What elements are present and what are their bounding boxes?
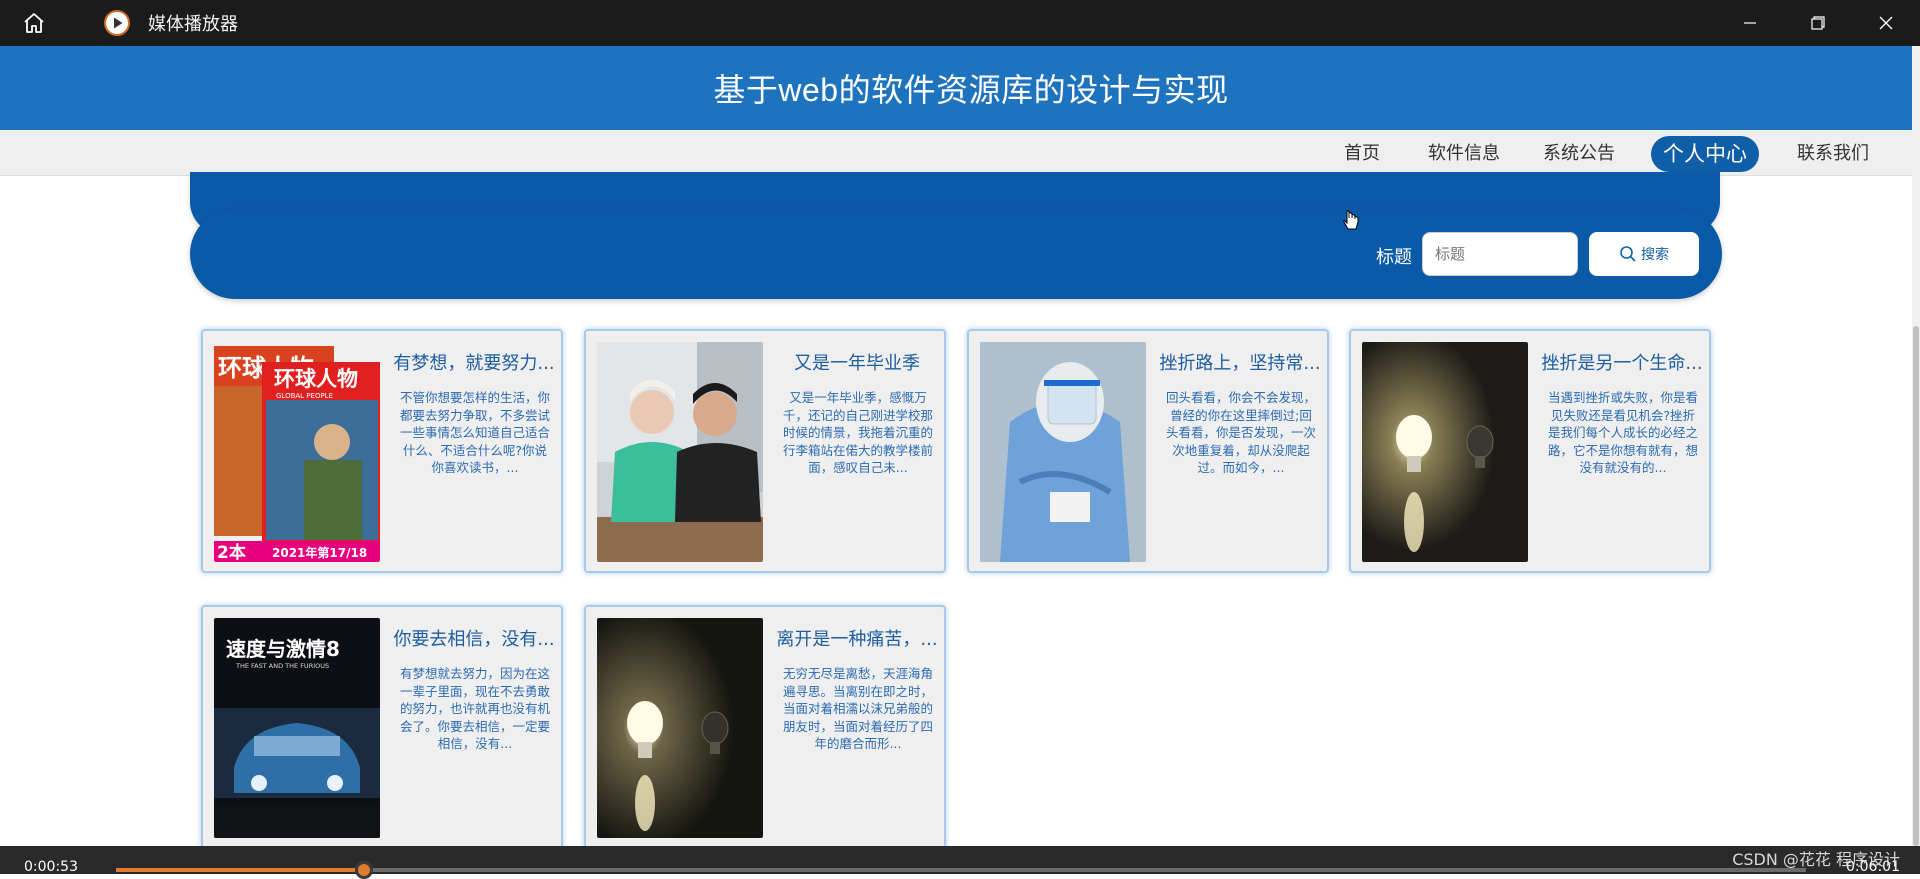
nav-item-announcements[interactable]: 系统公告 [1531, 136, 1627, 172]
web-page: 基于web的软件资源库的设计与实现 首页 软件信息 系统公告 个人中心 联系我们… [0, 46, 1920, 846]
current-time: 0:00:53 [24, 859, 78, 875]
player-controls: 0:00:53 0:06:01 CSDN @花花 程序设计 [0, 846, 1920, 879]
article-card[interactable]: 速度与激情8 THE FAST AND THE FURIOUS 你要去相信，没有… [201, 605, 563, 846]
article-card[interactable]: 又是一年毕业季 又是一年毕业季，感慨万千，还记的自己刚进学校那时候的情景，我拖着… [584, 329, 946, 573]
card-title[interactable]: 又是一年毕业季 [776, 349, 938, 375]
svg-text:环球人物: 环球人物 [274, 367, 358, 391]
svg-text:THE FAST AND THE FURIOUS: THE FAST AND THE FURIOUS [235, 662, 329, 670]
card-description: 有梦想就去努力，因为在这一辈子里面，现在不去勇敢的努力，也许就再也没有机会了。你… [399, 666, 550, 751]
card-thumbnail [1362, 342, 1528, 562]
card-title[interactable]: 离开是一种痛苦，... [776, 625, 938, 651]
seek-handle[interactable] [355, 861, 374, 879]
card-description: 不管你想要怎样的生活，你都要去努力争取，不多尝试一些事情怎么知道自己适合什么、不… [399, 390, 550, 475]
player-titlebar: 媒体播放器 [0, 0, 1920, 46]
window-controls [1716, 0, 1920, 46]
card-title[interactable]: 有梦想，就要努力... [393, 349, 555, 375]
article-card[interactable]: 挫折路上，坚持常... 回头看看，你会不会发现，曾经的你在这里摔倒过;回头看看，… [967, 329, 1329, 573]
nav-item-software-info[interactable]: 软件信息 [1416, 136, 1512, 172]
search-icon [1620, 246, 1636, 262]
article-card[interactable]: 环球人物 环球人物 GLOBAL PEOPLE 2本 2021年第17/18 有… [201, 329, 563, 573]
main-nav: 首页 软件信息 系统公告 个人中心 联系我们 [0, 130, 1912, 176]
minimize-icon[interactable] [1716, 0, 1784, 46]
search-button[interactable]: 搜索 [1589, 232, 1699, 276]
search-label: 标题 [1376, 247, 1412, 268]
watermark: CSDN @花花 程序设计 [1732, 850, 1900, 869]
media-player-app-icon [102, 8, 132, 38]
svg-text:2021年第17/18: 2021年第17/18 [272, 545, 367, 560]
seek-progress [116, 868, 365, 872]
card-title[interactable]: 挫折是另一个生命... [1541, 349, 1703, 375]
svg-text:2本: 2本 [217, 542, 246, 562]
card-description: 当遇到挫折或失败，你是看见失败还是看见机会?挫折是我们每个人成长的必经之路，它不… [1547, 390, 1698, 475]
article-card[interactable]: 离开是一种痛苦，... 无穷无尽是离愁，天涯海角遍寻思。当离别在即之时，当面对着… [584, 605, 946, 846]
card-description: 无穷无尽是离愁，天涯海角遍寻思。当离别在即之时，当面对着相濡以沫兄弟般的朋友时，… [782, 666, 933, 751]
card-thumbnail [597, 618, 763, 838]
nav-item-home[interactable]: 首页 [1332, 136, 1392, 172]
card-description: 回头看看，你会不会发现，曾经的你在这里摔倒过;回头看看，你是否发现，一次次地重复… [1165, 390, 1316, 475]
scrollbar-thumb[interactable] [1913, 326, 1919, 846]
card-description: 又是一年毕业季，感慨万千，还记的自己刚进学校那时候的情景，我拖着沉重的行李箱站在… [782, 390, 933, 475]
card-thumbnail: 环球人物 环球人物 GLOBAL PEOPLE 2本 2021年第17/18 [214, 342, 380, 562]
seek-bar[interactable] [116, 861, 1806, 879]
card-title[interactable]: 你要去相信，没有... [393, 625, 555, 651]
home-icon[interactable] [16, 5, 52, 41]
site-header: 基于web的软件资源库的设计与实现 [0, 46, 1912, 130]
article-card[interactable]: 挫折是另一个生命... 当遇到挫折或失败，你是看见失败还是看见机会?挫折是我们每… [1349, 329, 1711, 573]
close-icon[interactable] [1852, 0, 1920, 46]
card-thumbnail: 速度与激情8 THE FAST AND THE FURIOUS [214, 618, 380, 838]
svg-text:速度与激情8: 速度与激情8 [226, 637, 340, 661]
site-title: 基于web的软件资源库的设计与实现 [713, 72, 1229, 108]
mouse-cursor-icon [1342, 210, 1360, 236]
restore-icon[interactable] [1784, 0, 1852, 46]
card-thumbnail [980, 342, 1146, 562]
card-title[interactable]: 挫折路上，坚持常... [1159, 349, 1321, 375]
search-input[interactable] [1422, 232, 1578, 276]
svg-text:GLOBAL PEOPLE: GLOBAL PEOPLE [276, 392, 333, 400]
player-title: 媒体播放器 [148, 14, 238, 35]
card-thumbnail [597, 342, 763, 562]
search-button-label: 搜索 [1641, 246, 1669, 262]
nav-item-contact[interactable]: 联系我们 [1785, 136, 1881, 172]
nav-item-personal-center[interactable]: 个人中心 [1651, 136, 1759, 172]
